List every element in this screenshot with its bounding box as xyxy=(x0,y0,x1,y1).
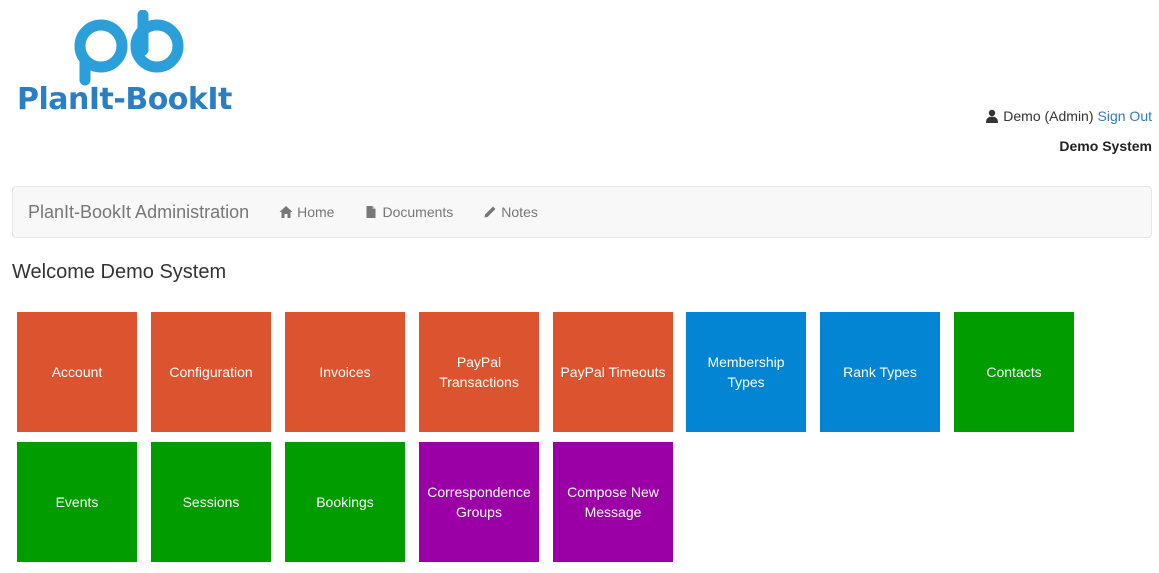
sign-out-link[interactable]: Sign Out xyxy=(1098,108,1152,124)
tile-compose-new-message[interactable]: Compose New Message xyxy=(553,442,673,562)
page: PlanIt-BookIt Demo (Admin) Sign Out Demo… xyxy=(0,0,1159,573)
nav-documents-label: Documents xyxy=(382,204,454,220)
logo-mark-icon xyxy=(74,10,184,86)
nav-home[interactable]: Home xyxy=(264,204,349,220)
tile-bookings[interactable]: Bookings xyxy=(285,442,405,562)
tile-membership-types[interactable]: Membership Types xyxy=(686,312,806,432)
tile-sessions[interactable]: Sessions xyxy=(151,442,271,562)
navbar-brand[interactable]: PlanIt-BookIt Administration xyxy=(13,202,264,223)
home-icon xyxy=(279,206,293,218)
organization-name: Demo System xyxy=(1059,138,1152,154)
nav-notes[interactable]: Notes xyxy=(468,204,553,220)
tile-invoices[interactable]: Invoices xyxy=(285,312,405,432)
user-line: Demo (Admin) Sign Out xyxy=(985,108,1152,124)
tile-account[interactable]: Account xyxy=(17,312,137,432)
tile-paypal-transactions[interactable]: PayPal Transactions xyxy=(419,312,539,432)
nav-home-label: Home xyxy=(297,204,335,220)
tile-contacts[interactable]: Contacts xyxy=(954,312,1074,432)
tile-configuration[interactable]: Configuration xyxy=(151,312,271,432)
nav-notes-label: Notes xyxy=(501,204,538,220)
page-title: Welcome Demo System xyxy=(12,261,227,283)
document-icon xyxy=(366,206,376,218)
pencil-icon xyxy=(484,206,496,218)
tile-paypal-timeouts[interactable]: PayPal Timeouts xyxy=(553,312,673,432)
tile-events[interactable]: Events xyxy=(17,442,137,562)
tile-correspondence-groups[interactable]: Correspondence Groups xyxy=(419,442,539,562)
tile-rank-types[interactable]: Rank Types xyxy=(820,312,940,432)
user-name: Demo (Admin) xyxy=(1003,108,1094,124)
nav-documents[interactable]: Documents xyxy=(349,204,468,220)
logo-text: PlanIt-BookIt xyxy=(17,82,232,117)
logo[interactable]: PlanIt-BookIt xyxy=(15,10,245,120)
user-icon xyxy=(986,109,999,123)
navbar: PlanIt-BookIt Administration Home Docume… xyxy=(12,186,1152,238)
